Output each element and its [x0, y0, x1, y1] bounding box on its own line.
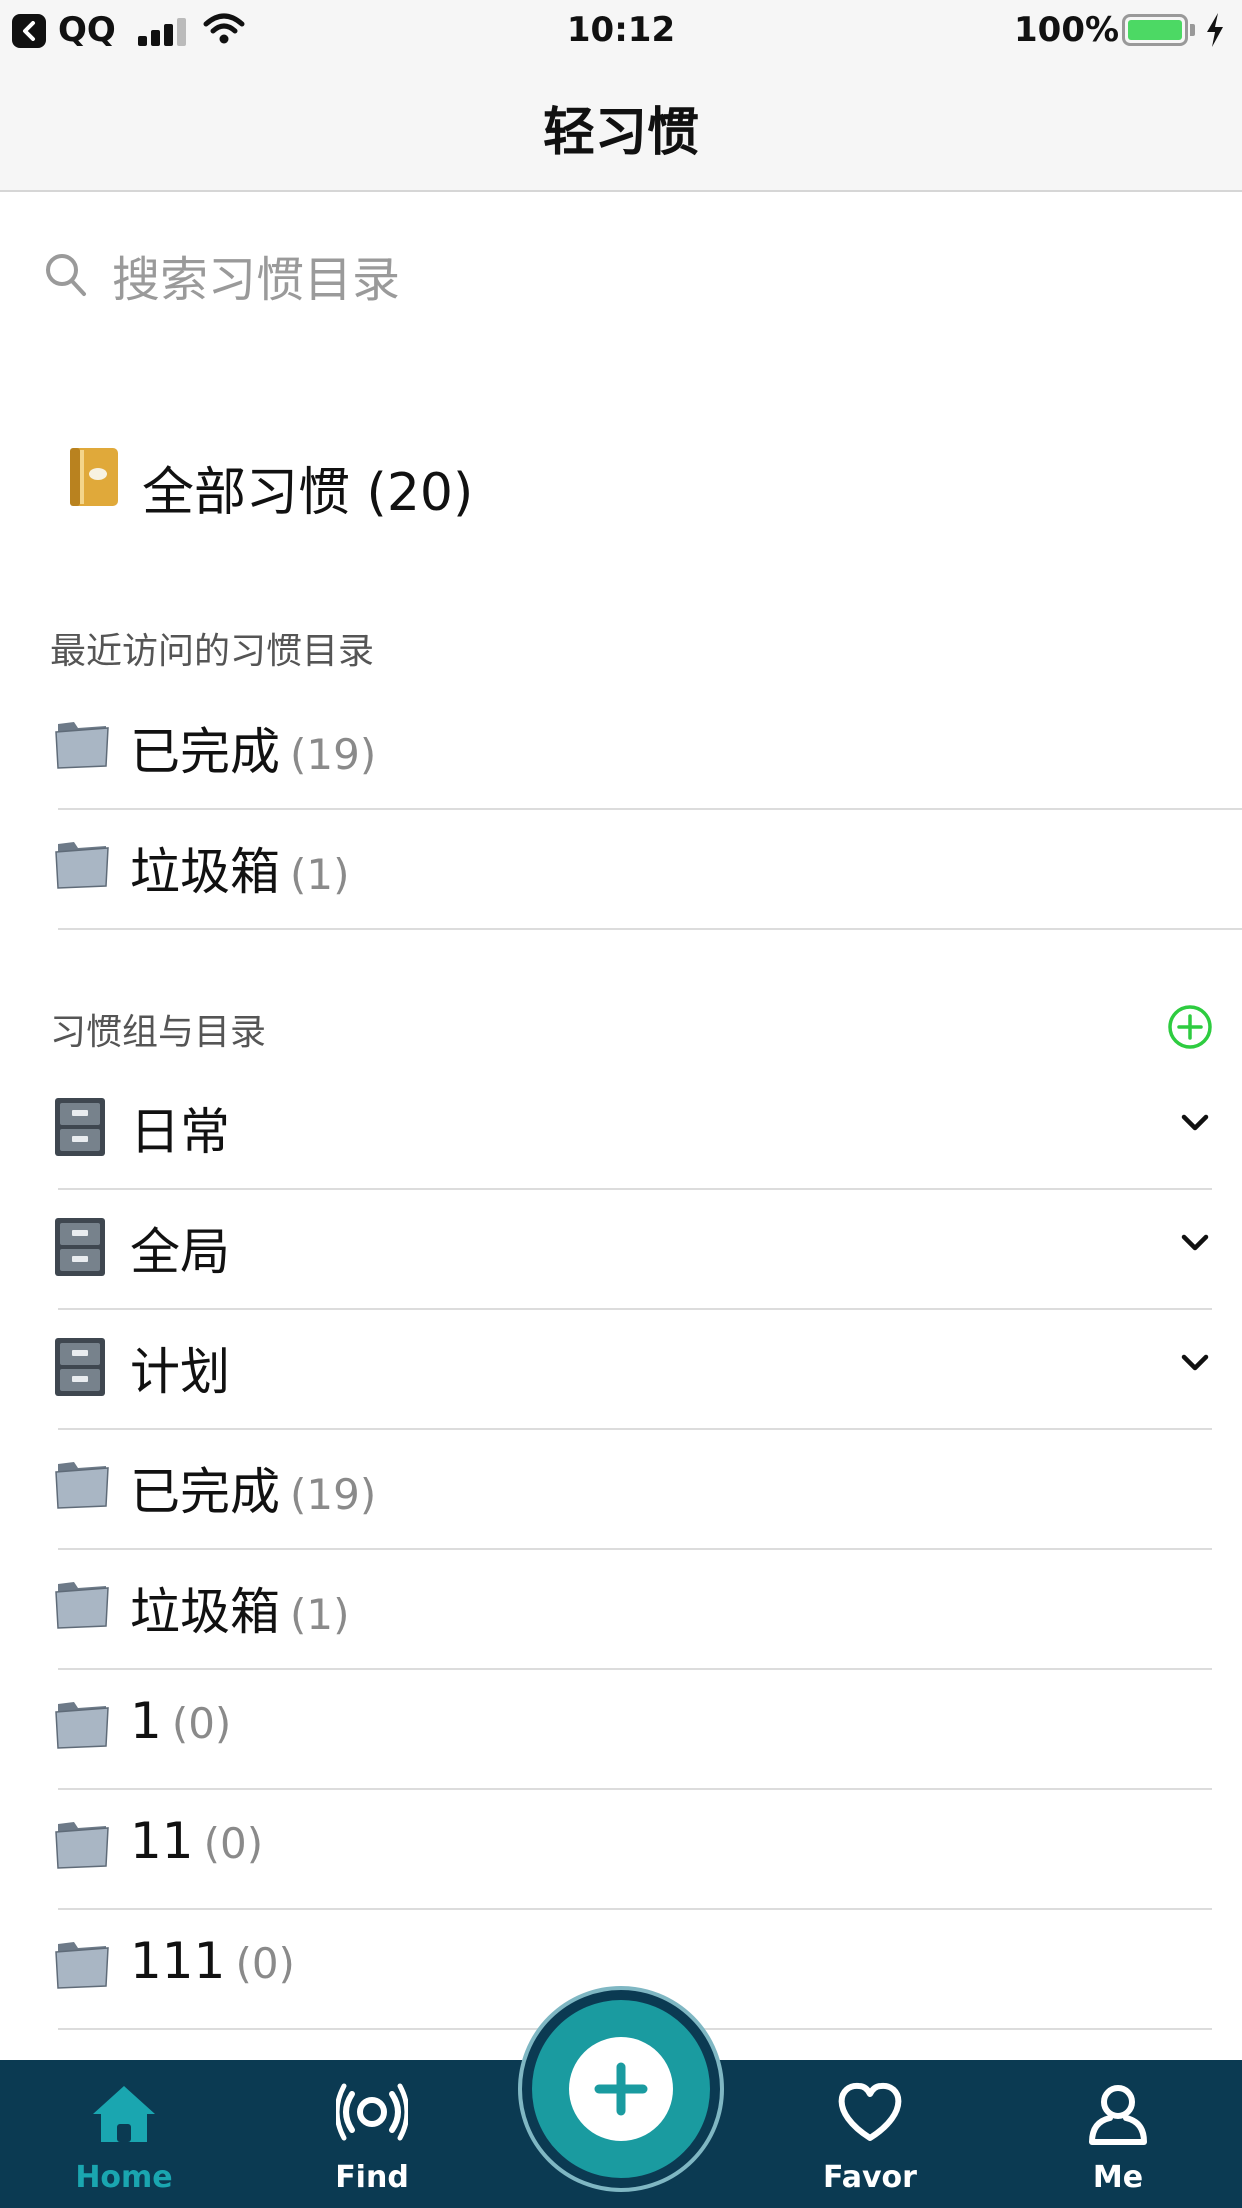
folder-count: (1)	[290, 1590, 350, 1639]
row-label: 已完成 (19)	[130, 1452, 376, 1524]
file-cabinet-icon	[55, 1098, 105, 1156]
folder-name: 已完成	[130, 1463, 280, 1521]
folder-icon	[55, 842, 109, 889]
row-icon	[52, 1696, 112, 1756]
broadcast-icon	[336, 2083, 408, 2141]
folder-name: 11	[130, 1812, 194, 1870]
folder-name: 垃圾箱	[130, 1583, 280, 1641]
heart-icon	[838, 2082, 902, 2141]
folder-name: 111	[130, 1932, 226, 1990]
folder-icon	[55, 1462, 109, 1509]
folder-count: (1)	[290, 850, 350, 899]
page-title: 轻习惯	[542, 103, 699, 163]
search-icon	[46, 254, 86, 296]
row-label: 计划	[130, 1332, 230, 1404]
file-cabinet-icon	[55, 1218, 105, 1276]
row-label: 11 (0)	[130, 1812, 263, 1870]
habit-folder-row[interactable]: 垃圾箱 (1)	[0, 1550, 1242, 1670]
habit-folder-row[interactable]: 11 (0)	[0, 1790, 1242, 1910]
recent-section-header: 最近访问的习惯目录	[50, 631, 375, 672]
row-label: 日常	[130, 1092, 230, 1164]
folder-count: (0)	[171, 1699, 232, 1748]
row-label: 111 (0)	[130, 1932, 295, 1990]
folder-icon	[55, 1822, 109, 1869]
tab-me[interactable]: Me	[994, 2060, 1242, 2208]
tab-find-label: Find	[335, 2160, 409, 2195]
search-field[interactable]: 搜索习惯目录	[44, 240, 1194, 310]
user-icon	[1089, 2085, 1147, 2145]
tab-find[interactable]: Find	[248, 2060, 496, 2208]
notebook-icon	[70, 448, 118, 506]
search-placeholder: 搜索习惯目录	[112, 252, 401, 308]
navigation-bar: 轻习惯	[0, 62, 1242, 192]
add-circle-icon[interactable]	[1167, 1004, 1213, 1050]
row-icon	[52, 1816, 112, 1876]
habit-group-row[interactable]: 日常	[0, 1070, 1242, 1190]
row-divider	[58, 928, 1242, 930]
folder-count: (19)	[290, 1470, 377, 1519]
folder-count: (0)	[235, 1939, 295, 1988]
habit-group-row[interactable]: 计划	[0, 1310, 1242, 1430]
habit-folder-row[interactable]: 1 (0)	[0, 1670, 1242, 1790]
row-icon	[52, 1936, 112, 1996]
folder-name: 全局	[130, 1223, 230, 1281]
folder-icon	[55, 1942, 109, 1989]
row-icon	[52, 1336, 108, 1402]
row-icon	[52, 1096, 108, 1162]
row-icon	[52, 1456, 112, 1516]
battery-icon	[1122, 14, 1188, 46]
row-label: 垃圾箱 (1)	[130, 1572, 350, 1644]
status-bar: QQ 10:12 100%	[0, 0, 1242, 62]
folder-count: (0)	[203, 1819, 264, 1868]
folder-name: 计划	[130, 1343, 230, 1401]
row-icon	[52, 716, 112, 776]
row-icon	[52, 1576, 112, 1636]
row-label: 1 (0)	[130, 1692, 231, 1750]
folder-icon	[55, 1582, 109, 1629]
file-cabinet-icon	[55, 1338, 105, 1396]
recent-folder-row[interactable]: 垃圾箱 (1)	[0, 810, 1242, 930]
row-icon	[52, 1216, 108, 1282]
chevron-down-icon[interactable]	[1180, 1352, 1210, 1374]
battery-percentage: 100%	[1014, 10, 1120, 50]
row-label: 垃圾箱 (1)	[130, 832, 350, 904]
all-habits-label: 全部习惯 (20)	[142, 463, 474, 523]
folder-name: 1	[130, 1692, 162, 1750]
folder-icon	[55, 1702, 109, 1749]
chevron-down-icon[interactable]	[1180, 1112, 1210, 1134]
row-label: 全局	[130, 1212, 230, 1284]
home-icon	[93, 2086, 155, 2142]
habit-group-row[interactable]: 全局	[0, 1190, 1242, 1310]
folder-icon	[55, 722, 109, 769]
tab-home[interactable]: Home	[0, 2060, 248, 2208]
chevron-down-icon[interactable]	[1180, 1232, 1210, 1254]
folder-count: (19)	[290, 730, 377, 779]
folder-name: 垃圾箱	[130, 843, 280, 901]
row-icon	[52, 836, 112, 896]
all-habits-item[interactable]: 全部习惯 (20)	[66, 444, 966, 524]
plus-icon	[594, 2062, 648, 2116]
add-habit-button-center[interactable]	[569, 2037, 673, 2141]
habit-folder-row[interactable]: 已完成 (19)	[0, 1430, 1242, 1550]
battery-tip	[1190, 24, 1195, 36]
folder-name: 已完成	[130, 723, 280, 781]
folder-name: 日常	[130, 1103, 230, 1161]
tab-favor[interactable]: Favor	[746, 2060, 994, 2208]
tab-favor-label: Favor	[823, 2160, 917, 2195]
recent-folder-row[interactable]: 已完成 (19)	[0, 690, 1242, 810]
tab-me-label: Me	[1092, 2160, 1144, 2195]
groups-section-header: 习惯组与目录	[50, 1012, 267, 1053]
tab-home-label: Home	[75, 2160, 173, 2195]
charging-bolt-icon	[1207, 13, 1223, 47]
row-label: 已完成 (19)	[130, 712, 376, 784]
